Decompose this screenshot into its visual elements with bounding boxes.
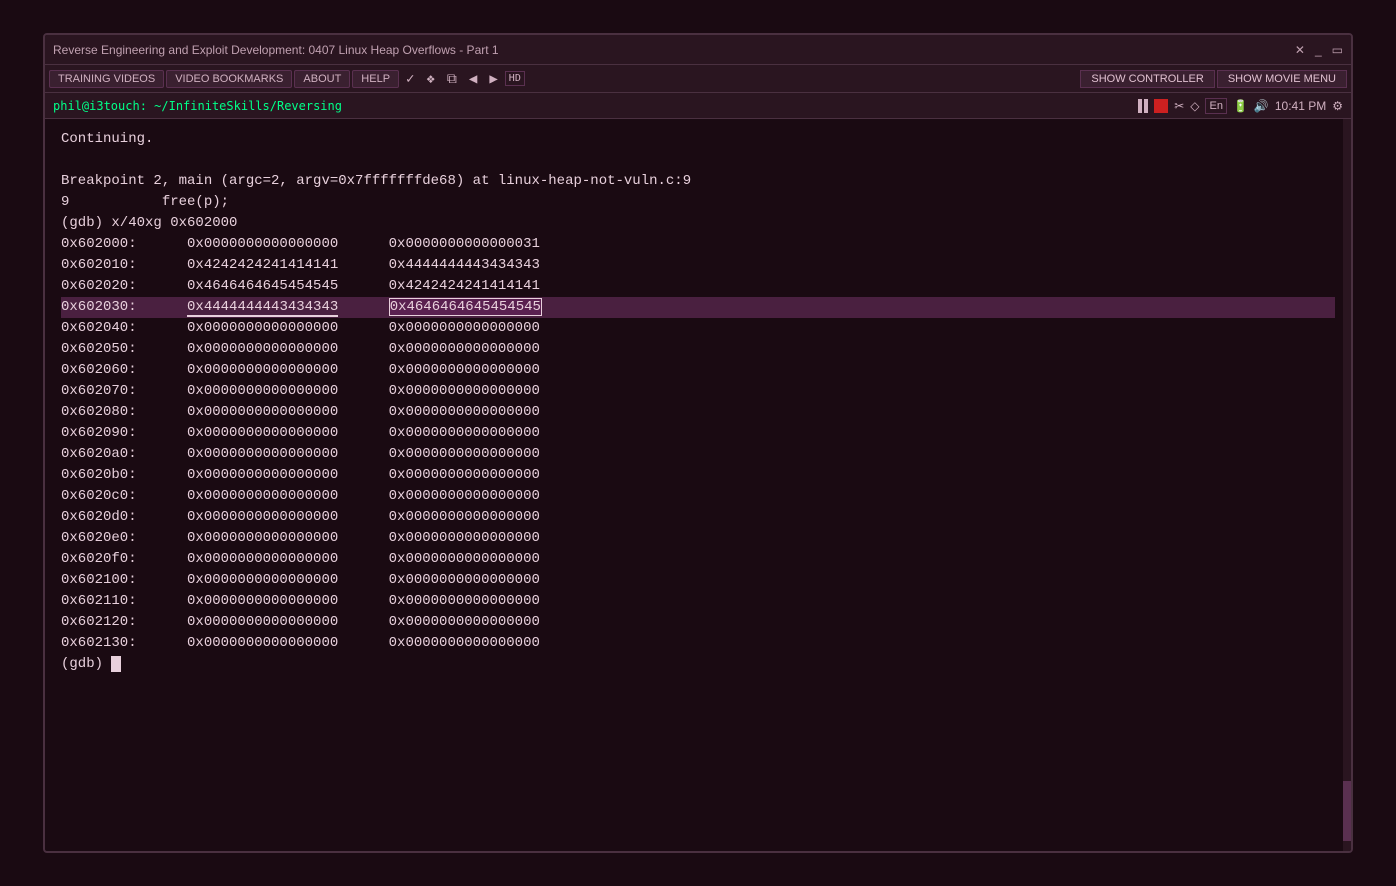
terminal-line-20: 0x6020f0: 0x0000000000000000 0x000000000…	[61, 549, 1335, 570]
terminal-line-9: 0x602040: 0x0000000000000000 0x000000000…	[61, 318, 1335, 339]
menu-bar: TRAINING VIDEOS VIDEO BOOKMARKS ABOUT HE…	[45, 65, 1351, 93]
terminal-line-13: 0x602080: 0x0000000000000000 0x000000000…	[61, 402, 1335, 423]
terminal-line-24: 0x602130: 0x0000000000000000 0x000000000…	[61, 633, 1335, 654]
terminal-line-8: 0x602030: 0x4444444443434343 0x464646464…	[61, 297, 1335, 318]
main-window: Reverse Engineering and Exploit Developm…	[43, 33, 1353, 853]
terminal-line-12: 0x602070: 0x0000000000000000 0x000000000…	[61, 381, 1335, 402]
terminal-line-22: 0x602110: 0x0000000000000000 0x000000000…	[61, 591, 1335, 612]
expand-icon[interactable]: ⧉	[442, 69, 462, 89]
diamond-icon: ◇	[1190, 99, 1199, 113]
terminal-line-17: 0x6020c0: 0x0000000000000000 0x000000000…	[61, 486, 1335, 507]
window-title: Reverse Engineering and Exploit Developm…	[53, 43, 499, 57]
gear-icon[interactable]: ❖	[421, 69, 439, 89]
menu-about[interactable]: ABOUT	[294, 70, 350, 88]
terminal-line-15: 0x6020a0: 0x0000000000000000 0x000000000…	[61, 444, 1335, 465]
terminal-line-18: 0x6020d0: 0x0000000000000000 0x000000000…	[61, 507, 1335, 528]
system-icons: ✂ ◇ En 🔋 🔊 10:41 PM ⚙	[1138, 98, 1343, 114]
terminal-container: Continuing. Breakpoint 2, main (argc=2, …	[45, 119, 1351, 851]
terminal-line-23: 0x602120: 0x0000000000000000 0x000000000…	[61, 612, 1335, 633]
terminal-line-16: 0x6020b0: 0x0000000000000000 0x000000000…	[61, 465, 1335, 486]
terminal-line-2: Breakpoint 2, main (argc=2, argv=0x7ffff…	[61, 171, 1335, 192]
terminal-line-4: (gdb) x/40xg 0x602000	[61, 213, 1335, 234]
terminal-line-10: 0x602050: 0x0000000000000000 0x000000000…	[61, 339, 1335, 360]
window-controls: ✕ _ ▭	[1295, 43, 1343, 57]
close-icon[interactable]: ▭	[1332, 43, 1343, 57]
next-icon[interactable]: ▶	[484, 69, 502, 89]
terminal-line-1	[61, 150, 1335, 171]
terminal-line-7: 0x602020: 0x4646464645454545 0x424242424…	[61, 276, 1335, 297]
terminal-line-11: 0x602060: 0x0000000000000000 0x000000000…	[61, 360, 1335, 381]
hd-icon[interactable]: HD	[505, 71, 525, 86]
maximize-icon[interactable]: _	[1315, 43, 1322, 57]
check-icon[interactable]: ✓	[401, 69, 419, 89]
path-text: phil@i3touch: ~/InfiniteSkills/Reversing	[53, 99, 342, 113]
stop-button[interactable]	[1154, 99, 1168, 113]
menu-video-bookmarks[interactable]: VIDEO BOOKMARKS	[166, 70, 292, 88]
terminal-line-25: (gdb)	[61, 654, 1335, 675]
menu-training-videos[interactable]: TRAINING VIDEOS	[49, 70, 164, 88]
cursor	[111, 656, 121, 672]
battery-icon: 🔋	[1233, 99, 1248, 113]
terminal-line-6: 0x602010: 0x4242424241414141 0x444444444…	[61, 255, 1335, 276]
terminal-line-14: 0x602090: 0x0000000000000000 0x000000000…	[61, 423, 1335, 444]
show-movie-menu-button[interactable]: SHOW MOVIE MENU	[1217, 70, 1347, 88]
terminal[interactable]: Continuing. Breakpoint 2, main (argc=2, …	[45, 119, 1351, 685]
terminal-line-5: 0x602000: 0x0000000000000000 0x000000000…	[61, 234, 1335, 255]
show-controller-button[interactable]: SHOW CONTROLLER	[1080, 70, 1214, 88]
scrollbar-thumb[interactable]	[1343, 781, 1351, 841]
terminal-line-3: 9 free(p);	[61, 192, 1335, 213]
terminal-line-19: 0x6020e0: 0x0000000000000000 0x000000000…	[61, 528, 1335, 549]
system-bar: phil@i3touch: ~/InfiniteSkills/Reversing…	[45, 93, 1351, 119]
title-bar: Reverse Engineering and Exploit Developm…	[45, 35, 1351, 65]
scissors-icon[interactable]: ✂	[1174, 99, 1184, 113]
pause-button[interactable]	[1138, 99, 1148, 113]
settings-icon[interactable]: ⚙	[1332, 99, 1343, 113]
scrollbar[interactable]	[1343, 119, 1351, 851]
terminal-line-21: 0x602100: 0x0000000000000000 0x000000000…	[61, 570, 1335, 591]
prev-icon[interactable]: ◀	[464, 69, 482, 89]
en-label: En	[1205, 98, 1226, 114]
terminal-line-0: Continuing.	[61, 129, 1335, 150]
menu-help[interactable]: HELP	[352, 70, 399, 88]
volume-icon: 🔊	[1254, 99, 1269, 113]
clock: 10:41 PM	[1275, 99, 1326, 113]
minimize-icon[interactable]: ✕	[1295, 43, 1305, 57]
